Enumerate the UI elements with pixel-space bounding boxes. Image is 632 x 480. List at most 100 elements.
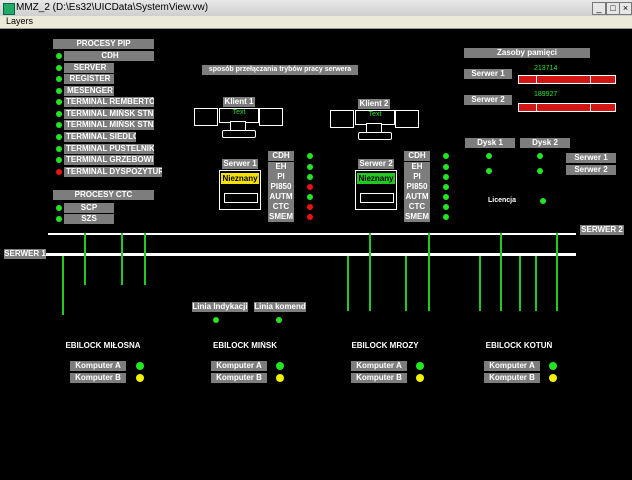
pip-item-terminal-rembertow[interactable]: TERMINAL REMBERTÓW <box>64 97 154 107</box>
ctc-item-szs[interactable]: SZS <box>64 214 114 224</box>
server2-proc-autm[interactable]: AUTM <box>404 192 430 202</box>
memory-server2-value: 189927 <box>534 91 558 98</box>
server1-proc-eh[interactable]: EH <box>268 162 294 172</box>
pip-status-10 <box>56 169 62 175</box>
pip-header: PROCESY PIP <box>53 39 154 49</box>
pip-item-terminal-siedlce[interactable]: TERMINAL SIEDLCE <box>64 132 136 142</box>
bus-drop-13 <box>556 233 558 311</box>
server2-label: Serwer 2 <box>358 159 394 169</box>
bus-drop-2 <box>121 233 123 285</box>
ctc-status-1 <box>56 216 62 222</box>
memory-server1-tick <box>536 76 537 83</box>
ctc-status-0 <box>56 205 62 211</box>
memory-server1-bar <box>518 75 616 84</box>
close-icon[interactable]: × <box>619 2 632 15</box>
pip-item-cdh[interactable]: CDH <box>64 51 154 61</box>
memory-server1-value: 213714 <box>534 65 558 72</box>
pip-item-terminal-dyspozytura[interactable]: TERMINAL DYSPOZYTURA <box>64 167 162 177</box>
server2-box[interactable]: Nieznany <box>355 170 397 210</box>
client1-screen-text: Text <box>232 109 246 116</box>
link-command-label: Linia komend <box>254 302 306 312</box>
memory-server2-bar <box>518 103 616 112</box>
server1-proc-cdh[interactable]: CDH <box>268 151 294 161</box>
pip-item-terminal-minsk-stn2[interactable]: TERMINAL MIŃSK STN2 <box>64 120 154 130</box>
maximize-icon[interactable]: □ <box>606 2 620 15</box>
server1-proc-autm[interactable]: AUTM <box>268 192 294 202</box>
pip-item-terminal-grzebowilk[interactable]: TERMINAL GRZEBOWILK <box>64 155 154 165</box>
server2-proc-smem[interactable]: SMEM <box>404 212 430 222</box>
bus-drop-8 <box>347 256 349 311</box>
server1-proc-pi[interactable]: PI <box>268 172 294 182</box>
server2-drive-slot <box>360 193 394 203</box>
server1-proc-status-1 <box>307 164 313 170</box>
window-title-bar[interactable]: MMZ_2 (D:\Es32\UICData\SystemView.vw) _ … <box>0 0 632 17</box>
ebilock-kotun-comp-a-status <box>549 362 557 370</box>
ebilock-milosna-comp-a[interactable]: Komputer A <box>70 361 126 371</box>
ebilock-kotun-comp-b-status <box>549 374 557 382</box>
server1-proc-pi850[interactable]: PI850 <box>268 182 294 192</box>
minimize-icon[interactable]: _ <box>592 2 606 15</box>
bus-drop-12 <box>535 256 537 311</box>
server2-proc-status-5 <box>443 204 449 210</box>
ebilock-minsk-label: EBILOCK MIŃSK <box>208 341 282 351</box>
disk1-header: Dysk 1 <box>465 138 515 148</box>
server1-proc-ctc[interactable]: CTC <box>268 202 294 212</box>
pip-status-3 <box>56 88 62 94</box>
pip-item-register[interactable]: REGISTER <box>64 74 114 84</box>
server1-proc-smem[interactable]: SMEM <box>268 212 294 222</box>
server1-drive-slot <box>224 193 258 203</box>
pip-status-8 <box>56 146 62 152</box>
ebilock-mrozy-label: EBILOCK MROZY <box>347 341 423 351</box>
menu-bar: Layers <box>0 16 632 29</box>
ebilock-kotun-comp-b[interactable]: Komputer B <box>484 373 540 383</box>
pip-status-6 <box>56 122 62 128</box>
ebilock-minsk-comp-b[interactable]: Komputer B <box>211 373 267 383</box>
menu-item-layers[interactable]: Layers <box>6 16 33 26</box>
server1-proc-status-3 <box>307 184 313 190</box>
server2-proc-pi[interactable]: PI <box>404 172 430 182</box>
memory-server2-tick <box>536 104 537 111</box>
client1-label: Klient 1 <box>223 97 255 107</box>
ebilock-kotun-comp-a[interactable]: Komputer A <box>484 361 540 371</box>
pip-status-4 <box>56 99 62 105</box>
disk2-server2-status <box>537 168 543 174</box>
server2-proc-pi850[interactable]: PI850 <box>404 182 430 192</box>
ebilock-mrozy-comp-a[interactable]: Komputer A <box>351 361 407 371</box>
ebilock-minsk-comp-a-status <box>276 362 284 370</box>
pip-item-terminal-minsk-stn1[interactable]: TERMINAL MIŃSK STN1 <box>64 109 154 119</box>
bus-drop-11 <box>519 256 521 311</box>
ebilock-minsk-comp-a[interactable]: Komputer A <box>211 361 267 371</box>
ctc-header: PROCESY CTC <box>53 190 154 200</box>
server2-proc-eh[interactable]: EH <box>404 162 430 172</box>
bus-drop-7 <box>500 233 502 311</box>
ebilock-milosna-comp-b[interactable]: Komputer B <box>70 373 126 383</box>
memory-server1-label: Serwer 1 <box>464 69 512 79</box>
pip-item-server[interactable]: SERVER <box>64 63 114 73</box>
mode-switch-label[interactable]: sposób przełączania trybów pracy serwera <box>202 65 358 75</box>
client2-monitor-left <box>330 110 354 128</box>
server2-proc-ctc[interactable]: CTC <box>404 202 430 212</box>
pip-item-terminal-pustelnik[interactable]: TERMINAL PUSTELNIK <box>64 144 154 154</box>
ebilock-minsk-comp-b-status <box>276 374 284 382</box>
disk1-server1-status <box>486 153 492 159</box>
server1-proc-status-2 <box>307 174 313 180</box>
server1-proc-status-4 <box>307 194 313 200</box>
ebilock-milosna-comp-b-status <box>136 374 144 382</box>
ebilock-mrozy-comp-b-status <box>416 374 424 382</box>
memory-server2-tick2 <box>590 104 591 111</box>
ebilock-mrozy-comp-b[interactable]: Komputer B <box>351 373 407 383</box>
pip-item-mesenger[interactable]: MESENGER <box>64 86 114 96</box>
license-status <box>540 198 546 204</box>
server2-proc-status-3 <box>443 184 449 190</box>
disk1-server2-status <box>486 168 492 174</box>
license-label: Licencja <box>488 197 517 204</box>
server1-status: Nieznany <box>221 173 259 184</box>
server1-box[interactable]: Nieznany <box>219 170 261 210</box>
server2-proc-cdh[interactable]: CDH <box>404 151 430 161</box>
network-bus <box>4 253 576 256</box>
ctc-item-scp[interactable]: SCP <box>64 203 114 213</box>
pip-status-5 <box>56 111 62 117</box>
client2-screen-text: Text <box>368 111 382 118</box>
bus-left-label: SERWER 1 <box>4 249 46 259</box>
ebilock-mrozy-comp-a-status <box>416 362 424 370</box>
